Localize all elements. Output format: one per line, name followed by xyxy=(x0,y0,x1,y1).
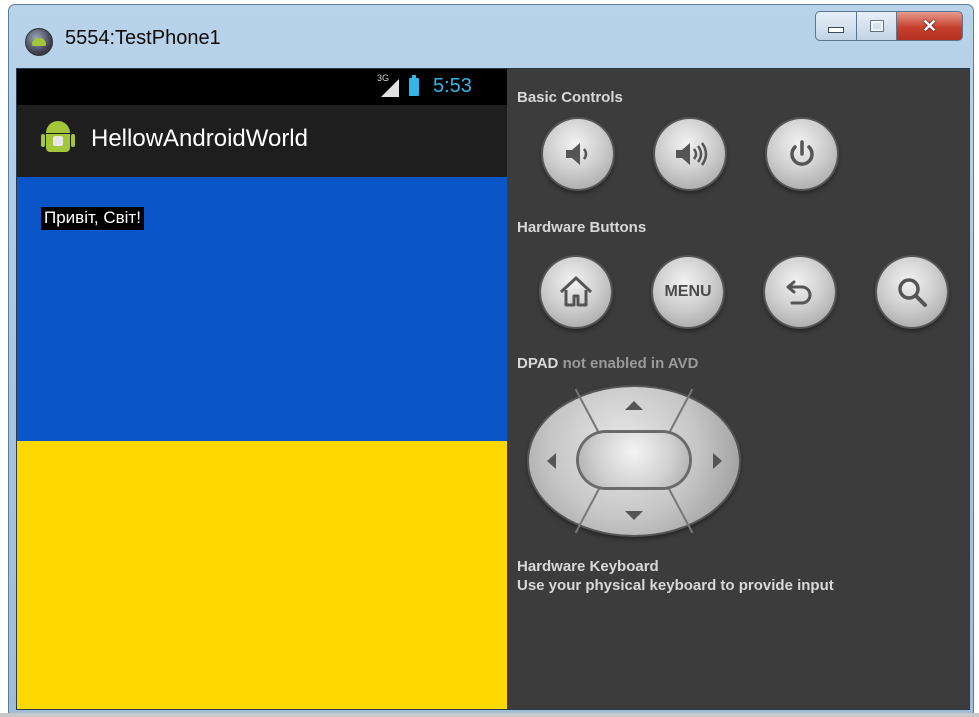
dpad-label: DPAD not enabled in AVD xyxy=(517,355,698,372)
power-icon xyxy=(790,140,814,166)
power-button[interactable] xyxy=(767,119,837,189)
emulator-client: 3G 5:53 HellowAndroidWorld Привіт, Світ!… xyxy=(16,68,970,710)
window-title: 5554:TestPhone1 xyxy=(65,27,221,49)
signal-icon: 3G xyxy=(377,73,399,97)
app-title: HellowAndroidWorld xyxy=(91,125,308,152)
flag-yellow-area xyxy=(17,441,507,709)
keyboard-info: Hardware Keyboard Use your physical keyb… xyxy=(517,557,834,595)
action-bar: HellowAndroidWorld xyxy=(17,105,507,177)
bottom-edge xyxy=(0,713,979,717)
menu-button[interactable]: MENU xyxy=(653,257,723,327)
volume-down-icon xyxy=(566,143,588,165)
minimize-icon xyxy=(828,27,844,33)
basic-controls-label: Basic Controls xyxy=(517,89,623,106)
volume-down-button[interactable] xyxy=(543,119,613,189)
keyboard-hint: Use your physical keyboard to provide in… xyxy=(517,577,834,594)
minimize-button[interactable] xyxy=(815,11,857,41)
hardware-buttons-label: Hardware Buttons xyxy=(517,219,647,236)
battery-icon xyxy=(409,75,419,96)
back-icon xyxy=(786,280,812,305)
keyboard-title: Hardware Keyboard xyxy=(517,558,659,575)
dpad-down-icon[interactable] xyxy=(625,511,643,520)
phone-screen[interactable]: 3G 5:53 HellowAndroidWorld Привіт, Світ! xyxy=(17,69,507,709)
maximize-icon xyxy=(869,20,884,32)
status-clock: 5:53 xyxy=(433,75,472,97)
emulator-icon xyxy=(25,28,53,56)
volume-up-button[interactable] xyxy=(655,119,725,189)
dpad-center-button[interactable] xyxy=(579,433,689,487)
dpad-label-dim: not enabled in AVD xyxy=(562,355,699,372)
android-app-icon xyxy=(41,119,75,159)
status-bar: 3G 5:53 xyxy=(17,69,507,105)
dpad-right-icon[interactable] xyxy=(713,453,722,469)
dpad-label-strong: DPAD xyxy=(517,355,559,372)
controls-panel: Basic Controls Hardware Buttons MENU DPA… xyxy=(507,69,969,709)
search-icon xyxy=(898,278,927,307)
dpad-up-icon[interactable] xyxy=(625,401,643,410)
window-controls: ✕ xyxy=(815,11,963,41)
home-button[interactable] xyxy=(541,257,611,327)
back-button[interactable] xyxy=(765,257,835,327)
volume-up-icon xyxy=(676,142,708,166)
dpad[interactable] xyxy=(529,387,739,535)
home-icon xyxy=(559,276,593,307)
close-button[interactable]: ✕ xyxy=(897,11,963,41)
close-icon: ✕ xyxy=(921,15,938,36)
menu-button-label: MENU xyxy=(664,283,712,300)
maximize-button[interactable] xyxy=(857,11,897,41)
greeting-text: Привіт, Світ! xyxy=(41,207,144,230)
search-button[interactable] xyxy=(877,257,947,327)
dpad-left-icon[interactable] xyxy=(547,453,556,469)
